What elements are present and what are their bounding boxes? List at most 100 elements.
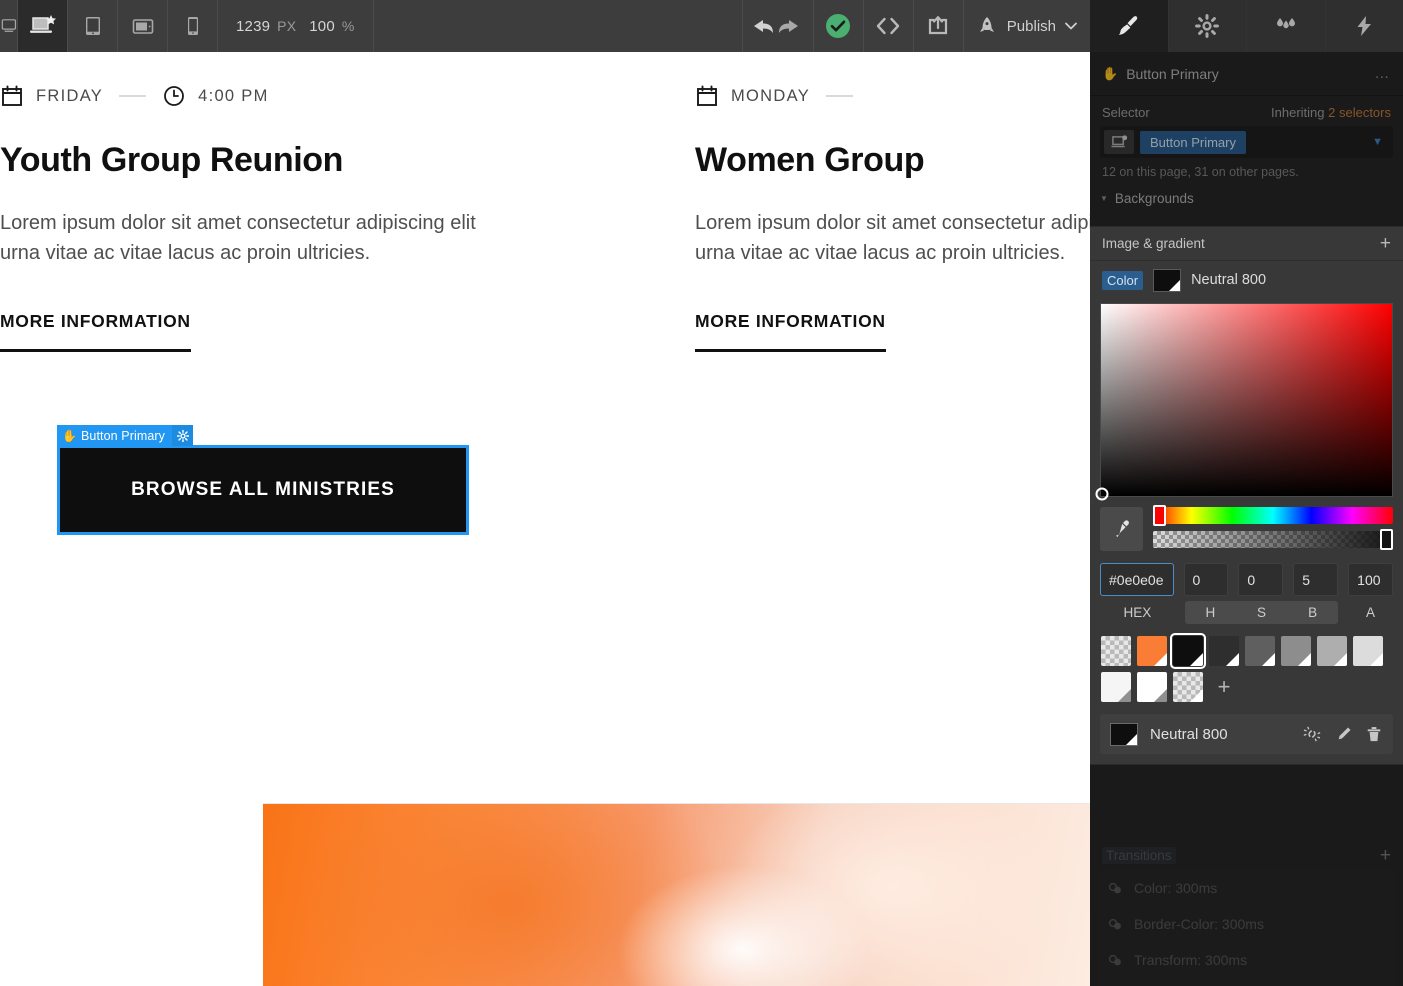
add-swatch-button[interactable]: +	[1209, 672, 1239, 702]
settings-tab[interactable]	[1169, 0, 1248, 52]
color-label: Color	[1102, 271, 1143, 290]
zoom-value: 100	[309, 18, 335, 35]
hero-gradient-image[interactable]	[263, 803, 1091, 986]
hue-slider-handle[interactable]	[1153, 505, 1166, 526]
hue-input[interactable]: 0	[1184, 563, 1229, 596]
sliders	[1153, 507, 1393, 551]
swatch-neutral-700[interactable]	[1209, 636, 1239, 666]
style-panel: ✋ Button Primary … Selector Inheriting 2…	[1090, 0, 1403, 986]
panel-tab-bar	[1090, 0, 1403, 52]
swatch-orange[interactable]	[1137, 636, 1167, 666]
swatch-white[interactable]	[1137, 672, 1167, 702]
canvas-size-control[interactable]: 1239 PX 100 %	[218, 0, 374, 52]
selection-badge-label: Button Primary	[81, 429, 172, 443]
eyedropper-icon	[1111, 518, 1133, 540]
swatch-neutral-100[interactable]	[1101, 672, 1131, 702]
saturation-brightness-area[interactable]	[1100, 303, 1393, 497]
image-gradient-row[interactable]: Image & gradient +	[1090, 227, 1403, 261]
alpha-slider[interactable]	[1153, 531, 1393, 548]
transition-label: Transform: 300ms	[1134, 952, 1247, 968]
check-circle-icon	[824, 12, 852, 40]
transition-item[interactable]: Transform: 300ms	[1098, 942, 1395, 978]
transition-item[interactable]: Background-Color: 300...	[1098, 978, 1395, 986]
swatch-transparent-2[interactable]	[1173, 672, 1203, 702]
alpha-input[interactable]: 100	[1348, 563, 1393, 596]
device-tablet-button[interactable]	[68, 0, 118, 52]
event-body: Lorem ipsum dolor sit amet consectetur a…	[695, 208, 1091, 269]
backgrounds-section-header[interactable]: ▼ Backgrounds	[1090, 183, 1403, 212]
saturation-input[interactable]: 0	[1238, 563, 1283, 596]
effects-tab[interactable]	[1247, 0, 1326, 52]
swatch-neutral-200[interactable]	[1353, 636, 1383, 666]
design-canvas[interactable]: FRIDAY 4:00 PM Youth Group Reunion Lorem…	[0, 52, 1091, 986]
event-card[interactable]: MONDAY Women Group Lorem ipsum dolor sit…	[607, 52, 1091, 352]
current-color-swatch[interactable]	[1153, 269, 1181, 292]
transition-label: Border-Color: 300ms	[1134, 916, 1264, 932]
undo-redo-group[interactable]	[742, 0, 814, 52]
publish-button[interactable]: Publish	[964, 0, 1091, 52]
paintbrush-icon	[1116, 13, 1142, 39]
named-swatch-row: Neutral 800	[1100, 714, 1393, 754]
brightness-input[interactable]: 5	[1293, 563, 1338, 596]
selector-chip[interactable]: Button Primary	[1140, 131, 1246, 154]
calendar-icon	[0, 84, 24, 108]
device-tablet-landscape-button[interactable]	[118, 0, 168, 52]
chevron-down-icon[interactable]: ▼	[1372, 136, 1383, 148]
selection-badge[interactable]: ✋ Button Primary	[57, 425, 193, 446]
code-button[interactable]	[864, 0, 914, 52]
event-time: 4:00 PM	[198, 87, 269, 106]
app-root: 1239 PX 100 %	[0, 0, 1403, 986]
hand-icon: ✋	[1102, 66, 1118, 82]
swatch-neutral-500[interactable]	[1281, 636, 1311, 666]
transition-icon	[1108, 881, 1124, 895]
more-information-link[interactable]: MORE INFORMATION	[695, 311, 886, 352]
element-more-options[interactable]: …	[1374, 65, 1391, 82]
device-monitor-button[interactable]	[0, 0, 18, 52]
swatch-neutral-800[interactable]	[1173, 636, 1203, 666]
selector-usage-text: 12 on this page, 31 on other pages.	[1090, 158, 1403, 179]
hue-slider[interactable]	[1153, 507, 1393, 524]
transition-item[interactable]: Color: 300ms	[1098, 870, 1395, 906]
device-mobile-button[interactable]	[168, 0, 218, 52]
named-swatch-preview[interactable]	[1110, 723, 1138, 746]
named-swatch-label: Neutral 800	[1150, 726, 1290, 743]
saved-status-button[interactable]	[814, 0, 864, 52]
hex-input[interactable]: #0e0e0e	[1100, 563, 1174, 596]
canvas-width-value: 1239	[236, 18, 270, 35]
undo-icon	[749, 15, 807, 37]
edit-swatch-button[interactable]	[1334, 725, 1353, 744]
add-image-gradient-button[interactable]: +	[1380, 234, 1391, 253]
color-field-labels: HEX H S B A	[1090, 596, 1403, 624]
selector-dropdown[interactable]: Button Primary ▼	[1100, 126, 1393, 158]
device-desktop-button[interactable]	[18, 0, 68, 52]
alpha-slider-handle[interactable]	[1380, 529, 1393, 550]
event-card[interactable]: FRIDAY 4:00 PM Youth Group Reunion Lorem…	[0, 52, 607, 352]
element-header: ✋ Button Primary …	[1090, 52, 1403, 96]
redo-icon	[779, 20, 798, 33]
eyedropper-button[interactable]	[1100, 507, 1143, 551]
event-title: Youth Group Reunion	[0, 141, 519, 180]
browse-all-ministries-button[interactable]: BROWSE ALL MINISTRIES	[57, 445, 469, 535]
transition-item[interactable]: Border-Color: 300ms	[1098, 906, 1395, 942]
add-transition-button[interactable]: +	[1380, 846, 1391, 865]
button-label: BROWSE ALL MINISTRIES	[131, 479, 395, 501]
swatch-neutral-600[interactable]	[1245, 636, 1275, 666]
swatch-neutral-400[interactable]	[1317, 636, 1347, 666]
unlink-button[interactable]	[1302, 725, 1322, 743]
delete-swatch-button[interactable]	[1365, 725, 1383, 744]
export-button[interactable]	[914, 0, 964, 52]
sb-cursor-handle[interactable]	[1096, 488, 1109, 501]
more-information-link[interactable]: MORE INFORMATION	[0, 311, 191, 352]
style-tab[interactable]	[1090, 0, 1169, 52]
toolbar-spacer	[374, 0, 742, 52]
event-meta: FRIDAY 4:00 PM	[0, 78, 519, 114]
inheriting-count[interactable]: 2 selectors	[1328, 105, 1391, 120]
hand-icon: ✋	[62, 430, 77, 442]
hsb-label-group[interactable]: H S B	[1185, 601, 1338, 624]
transitions-header[interactable]: Transitions +	[1090, 842, 1403, 868]
selection-settings-icon[interactable]	[172, 425, 193, 446]
swatch-transparent[interactable]	[1101, 636, 1131, 666]
event-day: MONDAY	[731, 87, 810, 106]
interactions-tab[interactable]	[1326, 0, 1403, 52]
inheriting-prefix: Inheriting	[1271, 105, 1328, 120]
